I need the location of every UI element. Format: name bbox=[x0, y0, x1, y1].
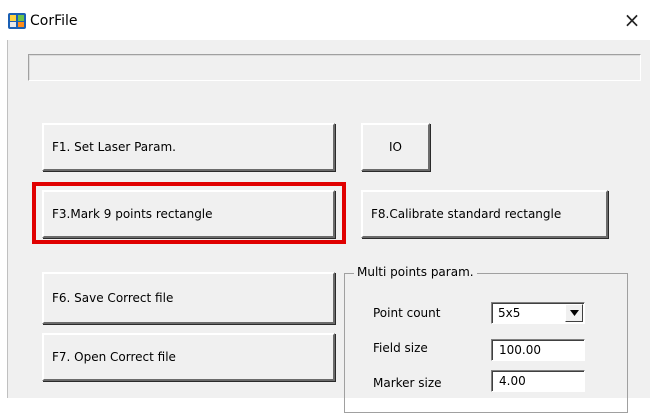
window-title: CorFile bbox=[30, 13, 78, 29]
point-count-select[interactable]: 5x5 bbox=[491, 302, 585, 324]
multi-points-title: Multi points param. bbox=[354, 265, 477, 279]
save-correct-file-button[interactable]: F6. Save Correct file bbox=[42, 272, 335, 324]
mark-9-points-label: F3.Mark 9 points rectangle bbox=[52, 207, 213, 221]
set-laser-param-button[interactable]: F1. Set Laser Param. bbox=[42, 123, 335, 171]
close-icon[interactable]: × bbox=[620, 8, 644, 32]
open-correct-file-label: F7. Open Correct file bbox=[52, 350, 176, 364]
marker-size-label: Marker size bbox=[373, 376, 442, 390]
calibrate-standard-rectangle-label: F8.Calibrate standard rectangle bbox=[371, 207, 562, 221]
mark-9-points-button[interactable]: F3.Mark 9 points rectangle bbox=[42, 190, 335, 238]
field-size-input[interactable] bbox=[491, 339, 585, 361]
io-label: IO bbox=[389, 140, 402, 154]
calibrate-standard-rectangle-button[interactable]: F8.Calibrate standard rectangle bbox=[361, 190, 608, 238]
title-bar: CorFile × bbox=[0, 0, 650, 40]
field-size-label: Field size bbox=[373, 341, 428, 355]
chevron-down-icon[interactable] bbox=[565, 304, 583, 322]
save-correct-file-label: F6. Save Correct file bbox=[52, 291, 174, 305]
marker-size-input[interactable] bbox=[491, 370, 585, 392]
io-button[interactable]: IO bbox=[361, 123, 430, 171]
status-bar bbox=[28, 54, 641, 81]
point-count-value: 5x5 bbox=[498, 306, 521, 320]
open-correct-file-button[interactable]: F7. Open Correct file bbox=[42, 333, 335, 381]
app-icon bbox=[7, 11, 27, 31]
point-count-label: Point count bbox=[373, 306, 441, 320]
set-laser-param-label: F1. Set Laser Param. bbox=[52, 140, 176, 154]
